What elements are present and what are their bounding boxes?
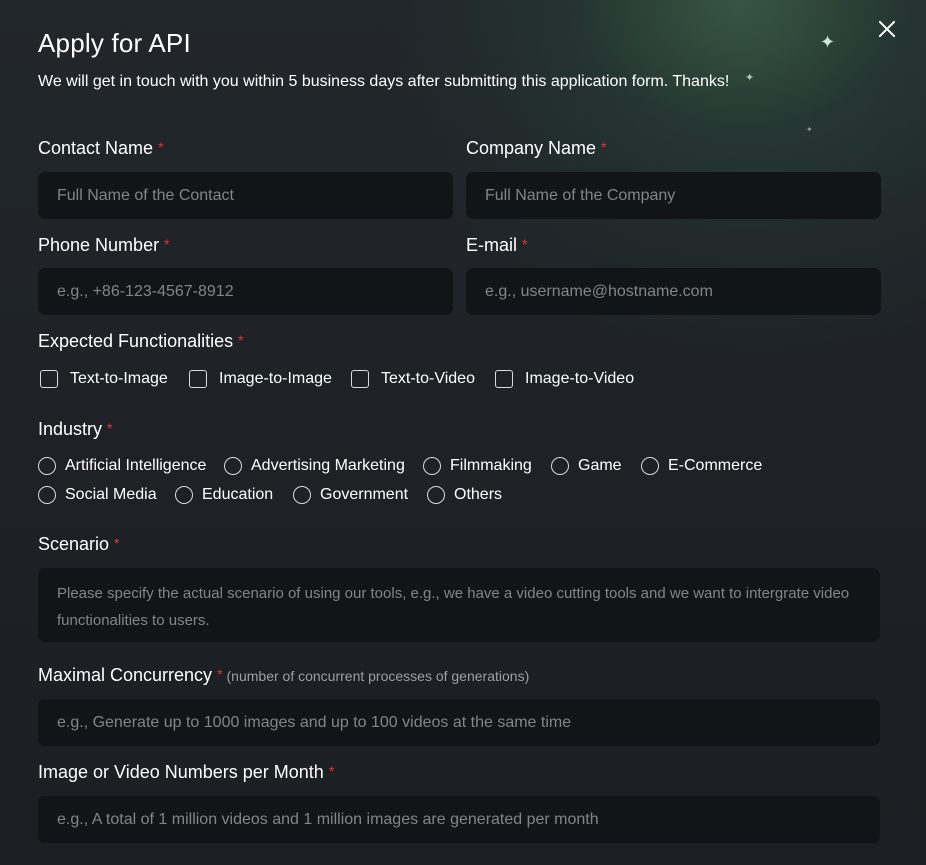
checkbox[interactable]: [351, 370, 369, 388]
phone-number-input[interactable]: [38, 268, 453, 315]
close-icon[interactable]: [876, 18, 898, 40]
phone-number-label: Phone Number *: [38, 235, 170, 255]
email-label: E-mail *: [466, 235, 528, 255]
radio-button[interactable]: [224, 457, 242, 475]
radio-button[interactable]: [38, 486, 56, 504]
required-mark: *: [328, 763, 335, 779]
concurrency-hint: (number of concurrent processes of gener…: [226, 668, 530, 684]
checkbox[interactable]: [495, 370, 513, 388]
industry-filmmaking[interactable]: Filmmaking: [423, 457, 532, 475]
radio-button[interactable]: [175, 486, 193, 504]
functionalities-label: Expected Functionalities *: [38, 331, 244, 351]
company-name-label: Company Name *: [466, 138, 607, 158]
industry-game[interactable]: Game: [551, 457, 622, 475]
monthly-numbers-input[interactable]: [38, 796, 880, 843]
functionality-image-to-video[interactable]: Image-to-Video: [495, 370, 634, 388]
industry-artificial-intelligence[interactable]: Artificial Intelligence: [38, 457, 206, 475]
radio-button[interactable]: [641, 457, 659, 475]
radio-button[interactable]: [551, 457, 569, 475]
industry-others[interactable]: Others: [427, 486, 502, 504]
radio-button[interactable]: [293, 486, 311, 504]
concurrency-input[interactable]: [38, 699, 880, 746]
industry-e-commerce[interactable]: E-Commerce: [641, 457, 762, 475]
concurrency-label: Maximal Concurrency * (number of concurren…: [38, 665, 530, 685]
email-input[interactable]: [466, 268, 881, 315]
industry-advertising-marketing[interactable]: Advertising Marketing: [224, 457, 405, 475]
required-mark: *: [114, 535, 120, 551]
company-name-input[interactable]: [466, 172, 881, 219]
required-mark: *: [107, 420, 113, 436]
industry-education[interactable]: Education: [175, 486, 273, 504]
dialog-subtitle: We will get in touch with you within 5 b…: [38, 73, 730, 90]
sparkle-icon: ✦: [806, 125, 813, 134]
checkbox[interactable]: [40, 370, 58, 388]
radio-button[interactable]: [38, 457, 56, 475]
scenario-label: Scenario *: [38, 534, 120, 554]
functionality-image-to-image[interactable]: Image-to-Image: [189, 370, 332, 388]
functionality-text-to-video[interactable]: Text-to-Video: [351, 370, 475, 388]
functionality-text-to-image[interactable]: Text-to-Image: [40, 370, 168, 388]
checkbox[interactable]: [189, 370, 207, 388]
required-mark: *: [238, 332, 244, 348]
required-mark: *: [217, 666, 223, 682]
radio-button[interactable]: [427, 486, 445, 504]
industry-government[interactable]: Government: [293, 486, 408, 504]
contact-name-input[interactable]: [38, 172, 453, 219]
industry-label: Industry *: [38, 419, 113, 439]
industry-social-media[interactable]: Social Media: [38, 486, 157, 504]
required-mark: *: [158, 139, 164, 155]
sparkle-icon: ✦: [820, 32, 836, 52]
radio-button[interactable]: [423, 457, 441, 475]
scenario-textarea[interactable]: [38, 568, 880, 642]
dialog-title: Apply for API: [38, 28, 191, 58]
apply-api-dialog: ✦ ✦ ✦ Apply for API We will get in touch…: [0, 0, 926, 865]
required-mark: *: [522, 236, 528, 252]
contact-name-label: Contact Name *: [38, 138, 164, 158]
required-mark: *: [601, 139, 607, 155]
sparkle-icon: ✦: [745, 72, 755, 84]
monthly-numbers-label: Image or Video Numbers per Month *: [38, 762, 335, 782]
required-mark: *: [164, 236, 170, 252]
